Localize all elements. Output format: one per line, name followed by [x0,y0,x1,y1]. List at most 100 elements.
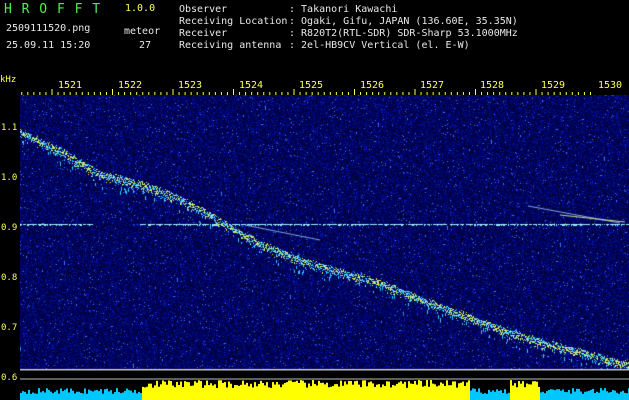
activity-bar [490,391,492,400]
activity-bar [168,380,170,400]
activity-bar [496,389,498,400]
activity-bar [264,385,266,400]
activity-bar [514,383,516,400]
activity-bar [140,392,142,400]
activity-bar [222,382,224,400]
activity-bar [60,388,62,400]
activity-bar [498,390,500,400]
activity-bar [160,384,162,400]
activity-bar [386,381,388,400]
y-tick-label: 0.9 [1,223,18,233]
activity-bar [256,386,258,400]
activity-bar [282,384,284,400]
activity-bar [188,382,190,400]
y-tick-label: 0.7 [1,323,18,333]
activity-bar [384,386,386,400]
activity-bar [342,385,344,400]
activity-bar [522,381,524,400]
activity-bar [364,380,366,400]
activity-bar [34,393,36,400]
activity-bar [368,382,370,400]
activity-bar [144,387,146,400]
activity-bar [66,388,68,400]
activity-bar [510,380,512,400]
activity-bar [576,388,578,400]
activity-bar [210,383,212,400]
activity-bar [146,386,148,400]
x-tick-label: 1530 [598,80,623,91]
receiver-label: Receiver [179,28,228,39]
activity-bar [198,380,200,400]
activity-bar [44,392,46,400]
activity-bar [322,382,324,400]
activity-bar [378,384,380,400]
activity-bar [48,390,50,400]
activity-bar [248,386,250,400]
activity-bar [84,388,86,400]
activity-bar [340,380,342,400]
activity-bar [292,382,294,400]
activity-bar [380,387,382,400]
activity-bar [530,384,532,400]
activity-bar [186,381,188,400]
activity-bar [220,380,222,400]
antenna-value: : 2el-HB9CV Vertical (el. E-W) [289,40,470,51]
activity-bar [22,391,24,400]
activity-bar [170,381,172,400]
activity-bar [54,391,56,400]
activity-bar [120,393,122,400]
activity-bar [272,382,274,400]
activity-bar [104,389,106,400]
activity-bar [28,389,30,400]
activity-bar [116,388,118,400]
activity-bar [88,389,90,400]
activity-bar [176,381,178,400]
activity-bar [284,382,286,400]
activity-bar [398,382,400,400]
activity-bar [26,393,28,400]
activity-bar [302,380,304,400]
x-axis: 1521 1522 1523 1524 1525 1526 1527 1528 … [20,76,629,95]
activity-bar [130,390,132,400]
activity-bar [38,388,40,400]
activity-bar [554,390,556,400]
activity-bar [246,382,248,400]
activity-bar [226,387,228,400]
activity-bar [296,380,298,400]
activity-bar [448,385,450,400]
activity-bar [372,383,374,400]
activity-bar [172,385,174,400]
activity-bar [244,384,246,400]
activity-bar [620,391,622,400]
activity-bar [294,381,296,400]
activity-bar [118,392,120,400]
x-tick-label: 1524 [239,80,264,91]
activity-bar [478,388,480,400]
activity-bar [90,390,92,400]
x-tick-label: 1521 [58,80,83,91]
activity-bar [230,383,232,400]
activity-bar [190,385,192,400]
activity-bars [20,380,629,400]
activity-bar [574,391,576,400]
activity-bar [436,386,438,400]
activity-bar [184,381,186,400]
activity-bar [502,393,504,400]
activity-bar [538,386,540,400]
activity-bar [76,391,78,400]
activity-bar [492,390,494,400]
activity-bar [396,383,398,400]
activity-bar [420,380,422,400]
activity-bar [428,386,430,400]
activity-bar [114,391,116,400]
activity-bar [98,391,100,400]
activity-bar [344,381,346,400]
activity-bar [494,391,496,400]
activity-bar [208,385,210,400]
activity-bar [50,391,52,400]
activity-bar [36,393,38,400]
activity-bar [262,383,264,400]
activity-bar [618,393,620,400]
activity-bar [156,380,158,400]
activity-bar [194,381,196,400]
